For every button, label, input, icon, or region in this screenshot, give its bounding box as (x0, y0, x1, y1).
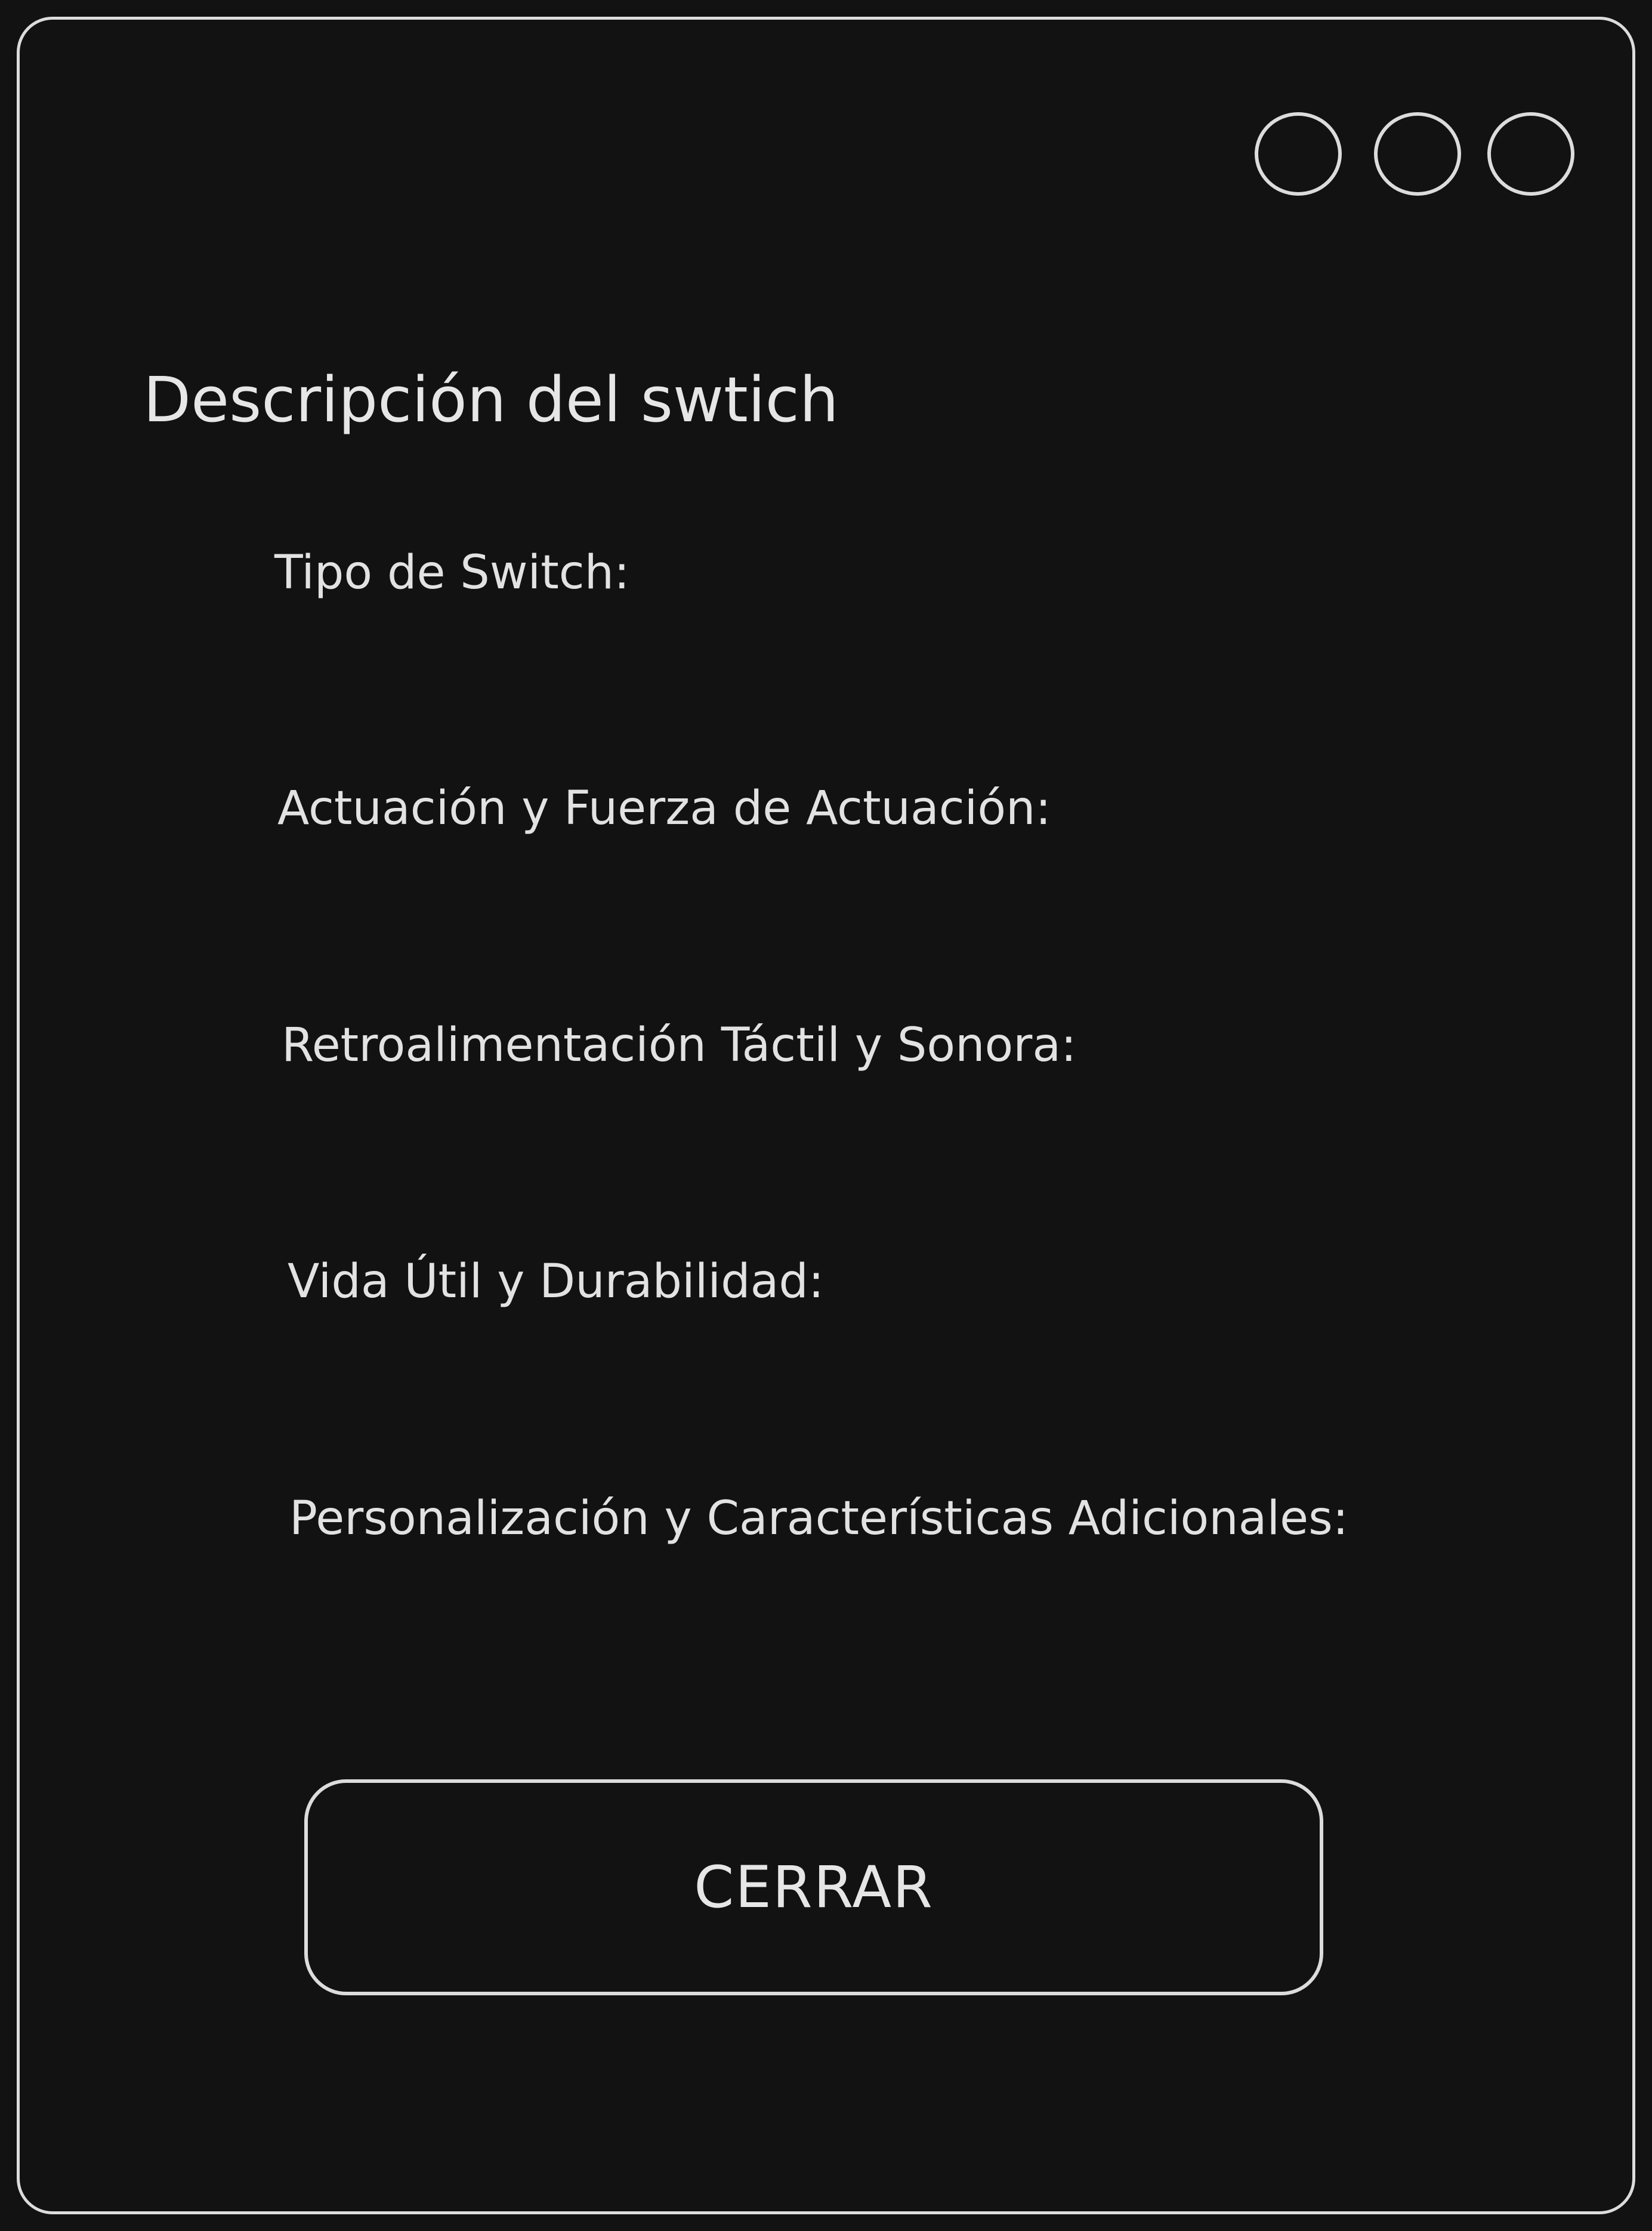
field-label-actuation: Actuación y Fuerza de Actuación: (277, 782, 1051, 835)
field-label-switch-type: Tipo de Switch: (274, 546, 630, 600)
field-label-customization: Personalización y Características Adicio… (289, 1492, 1349, 1545)
dialog-title: Descripción del swtich (143, 363, 839, 436)
close-button[interactable]: CERRAR (304, 1779, 1323, 1995)
field-label-feedback: Retroalimentación Táctil y Sonora: (282, 1019, 1077, 1072)
close-button-label: CERRAR (694, 1854, 934, 1921)
window-control-circle-1[interactable] (1255, 112, 1342, 196)
field-label-durability: Vida Útil y Durabilidad: (288, 1255, 825, 1309)
window-control-circle-2[interactable] (1374, 112, 1461, 196)
window-control-circle-3[interactable] (1487, 112, 1574, 196)
window-controls (1255, 112, 1580, 202)
